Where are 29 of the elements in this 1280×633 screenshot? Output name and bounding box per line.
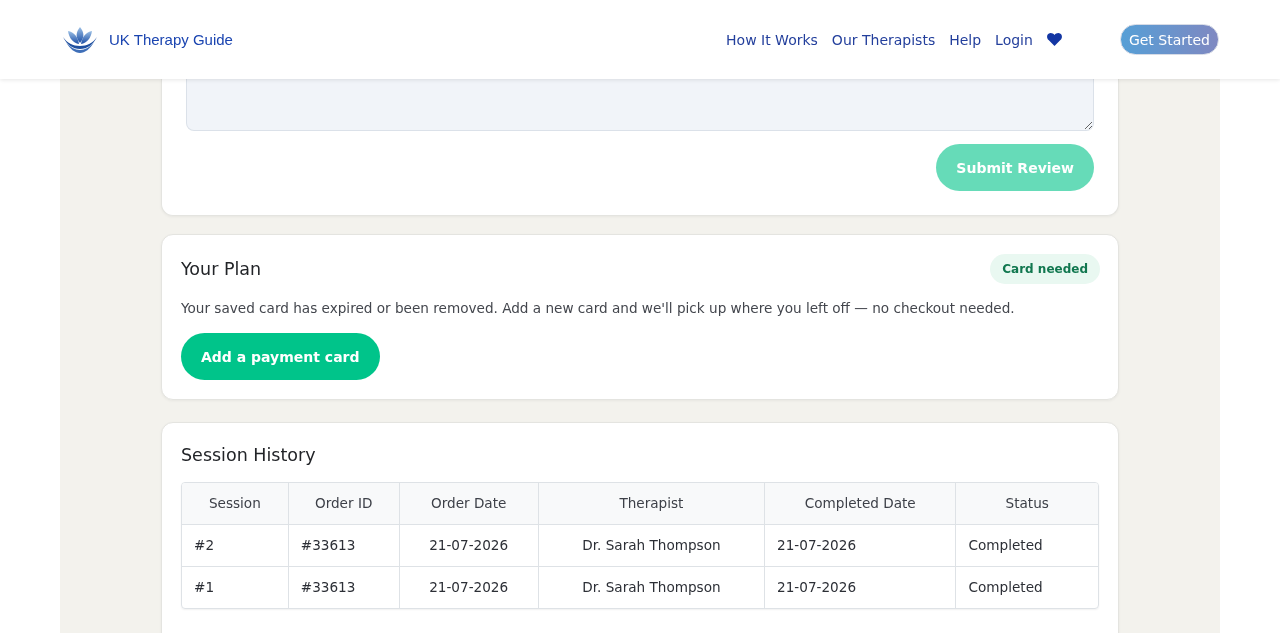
nav-link[interactable]: Help xyxy=(949,31,982,48)
table-cell: #2 xyxy=(182,524,289,566)
table-cell: 21-07-2026 xyxy=(764,524,956,566)
plan-message: Your saved card has expired or been removed. Add a new card and we'll pick up where you left off — no checkout needed. xyxy=(181,299,1016,318)
table-cell: Completed xyxy=(956,524,1098,566)
table-cell: 21-07-2026 xyxy=(764,566,956,608)
column-header: Session xyxy=(182,483,289,524)
table-cell: Dr. Sarah Thompson xyxy=(538,524,765,566)
table-cell: Completed xyxy=(956,566,1098,608)
table-cell: #33613 xyxy=(288,524,400,566)
table-cell: #1 xyxy=(182,566,289,608)
status-badge: Card needed xyxy=(990,254,1100,284)
table-cell: 21-07-2026 xyxy=(399,566,539,608)
card-title: Your Plan xyxy=(181,258,262,281)
nav-link[interactable]: How It Works xyxy=(726,31,818,48)
card-title: Session History xyxy=(181,444,317,467)
column-header: Completed Date xyxy=(764,483,956,524)
table-cell: 21-07-2026 xyxy=(399,524,539,566)
nav-link[interactable]: Our Therapists xyxy=(831,31,936,48)
brand-name-link[interactable]: UK Therapy Guide xyxy=(109,31,233,48)
table-cell: #33613 xyxy=(288,566,400,608)
column-header: Therapist xyxy=(538,483,765,524)
nav-link[interactable]: Login xyxy=(995,31,1033,48)
column-header: Order Date xyxy=(399,483,539,524)
column-header: Order ID xyxy=(288,483,400,524)
heart-icon[interactable] xyxy=(1046,33,1062,46)
column-header: Status xyxy=(956,483,1098,524)
table-cell: Dr. Sarah Thompson xyxy=(538,566,765,608)
lotus-logo-icon xyxy=(63,26,97,53)
